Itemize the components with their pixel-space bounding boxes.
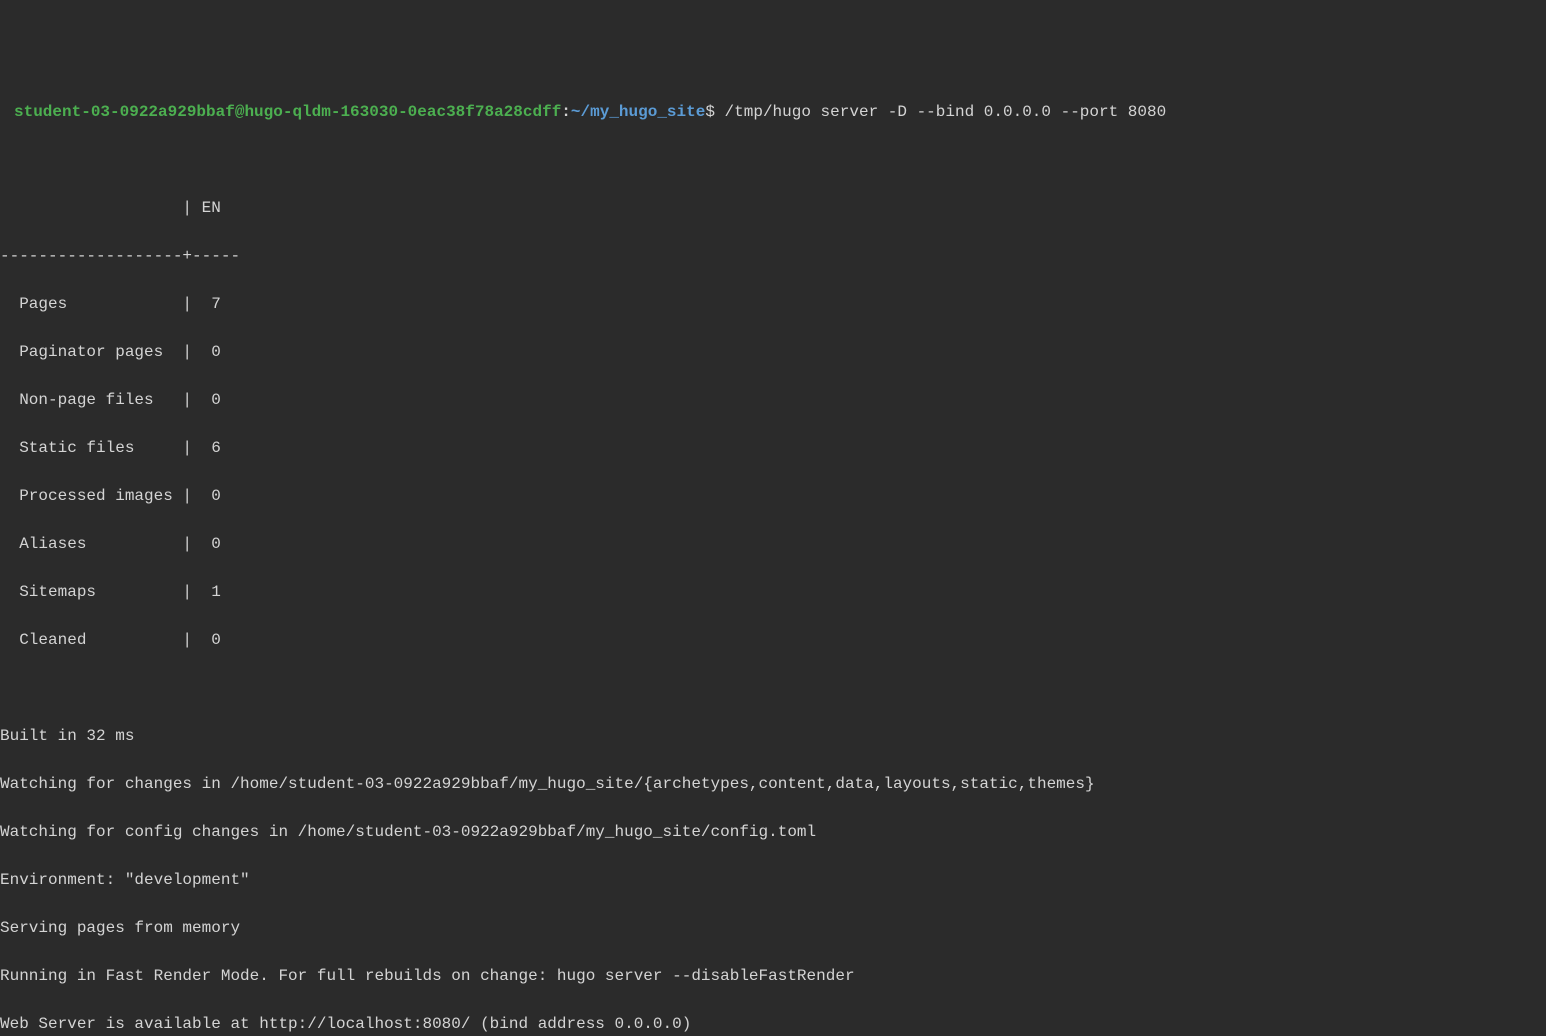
table-header: | EN [0, 196, 1546, 220]
table-row: Paginator pages | 0 [0, 340, 1546, 364]
prompt-user-host: student-03-0922a929bbaf@hugo-qldm-163030… [14, 103, 561, 121]
table-row: Cleaned | 0 [0, 628, 1546, 652]
fast-render-message: Running in Fast Render Mode. For full re… [0, 964, 1546, 988]
blank-line [0, 148, 1546, 172]
prompt-line: student-03-0922a929bbaf@hugo-qldm-163030… [0, 100, 1546, 124]
built-message: Built in 32 ms [0, 724, 1546, 748]
environment-message: Environment: "development" [0, 868, 1546, 892]
table-row: Sitemaps | 1 [0, 580, 1546, 604]
table-row: Processed images | 0 [0, 484, 1546, 508]
watching-config-message: Watching for config changes in /home/stu… [0, 820, 1546, 844]
prompt-cwd: ~/my_hugo_site [571, 103, 705, 121]
table-divider: -------------------+----- [0, 244, 1546, 268]
watching-changes-message: Watching for changes in /home/student-03… [0, 772, 1546, 796]
command-input: /tmp/hugo server -D --bind 0.0.0.0 --por… [715, 103, 1166, 121]
serving-message: Serving pages from memory [0, 916, 1546, 940]
table-row: Non-page files | 0 [0, 388, 1546, 412]
table-row: Static files | 6 [0, 436, 1546, 460]
terminal[interactable]: student-03-0922a929bbaf@hugo-qldm-163030… [0, 100, 1546, 1036]
blank-line [0, 676, 1546, 700]
table-row: Pages | 7 [0, 292, 1546, 316]
prompt-symbol: $ [705, 103, 715, 121]
web-server-message: Web Server is available at http://localh… [0, 1012, 1546, 1036]
table-row: Aliases | 0 [0, 532, 1546, 556]
prompt-separator: : [561, 103, 571, 121]
